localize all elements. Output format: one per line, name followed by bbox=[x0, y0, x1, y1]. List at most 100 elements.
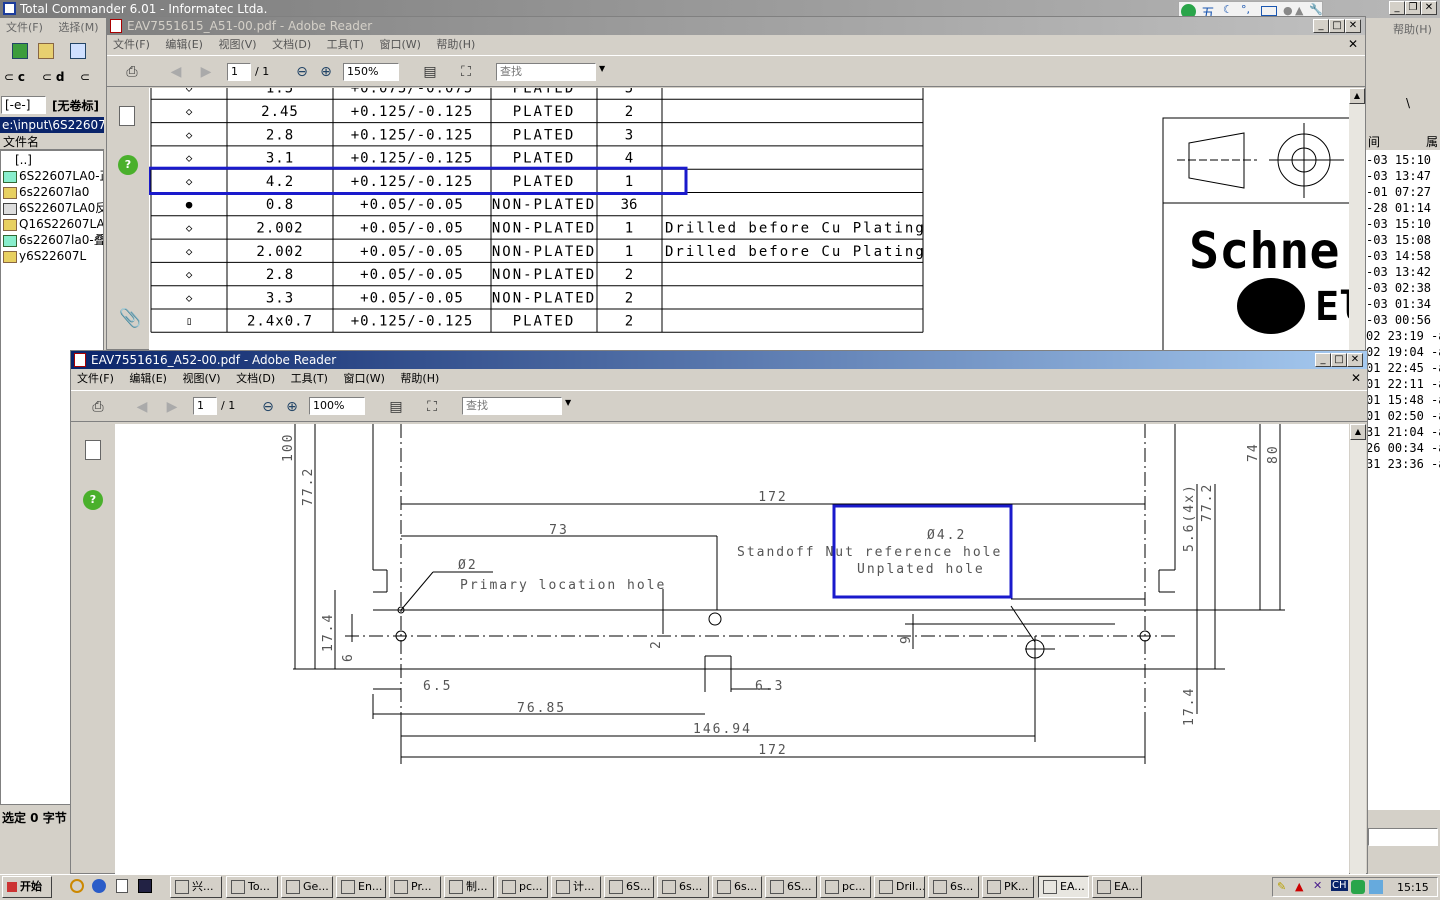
reader1-document-view[interactable]: ◇ 1.5 +0.075/-0.075 PLATED 5 ◇ 2.45 +0.125/-0.1… bbox=[149, 88, 1349, 350]
file-time-row[interactable]: -03 15:08 -a- bbox=[1366, 232, 1440, 248]
tc-close-button[interactable]: ✕ bbox=[1421, 1, 1437, 15]
tray-red-icon[interactable]: ▲ bbox=[1295, 880, 1303, 893]
pages-icon[interactable] bbox=[119, 106, 135, 126]
file-time-row[interactable]: -03 15:10 ---- bbox=[1366, 152, 1440, 168]
tc-drive-select[interactable]: [-e-] bbox=[1, 96, 46, 114]
tc-right-path[interactable]: \ bbox=[1406, 96, 1410, 110]
reader1-maximize-button[interactable]: □ bbox=[1329, 19, 1345, 33]
taskbar-item[interactable]: 制... bbox=[444, 876, 494, 898]
tc-menu-help[interactable]: 帮助(H) bbox=[1393, 21, 1432, 37]
taskbar-item[interactable]: 6S... bbox=[765, 876, 817, 898]
attachment-icon[interactable]: 📎 bbox=[119, 308, 141, 329]
keyboard-icon[interactable] bbox=[1261, 6, 1277, 16]
file-time-row[interactable]: 02 19:04 -a- bbox=[1366, 344, 1440, 360]
pack-icon[interactable] bbox=[38, 43, 54, 59]
reader1-titlebar[interactable]: EAV7551615_A51-00.pdf - Adobe Reader bbox=[107, 17, 1365, 35]
search-dropdown-icon[interactable]: ▼ bbox=[599, 64, 605, 73]
scroll-up-button[interactable]: ▲ bbox=[1349, 88, 1365, 104]
zoom-in-icon[interactable]: ⊕ bbox=[315, 61, 337, 83]
zoom-out-icon[interactable]: ⊖ bbox=[257, 396, 279, 418]
reader2-menu-tools[interactable]: 工具(T) bbox=[291, 370, 328, 388]
file-time-row[interactable]: 01 22:45 -a- bbox=[1366, 360, 1440, 376]
reader2-maximize-button[interactable]: □ bbox=[1331, 353, 1347, 367]
taskbar-item[interactable]: 6S... bbox=[604, 876, 654, 898]
file-item[interactable]: 6s22607la0 bbox=[3, 184, 103, 200]
search-dropdown-icon[interactable]: ▼ bbox=[565, 398, 571, 407]
file-time-row[interactable]: -03 15:10 -a- bbox=[1366, 216, 1440, 232]
file-time-row[interactable]: 26 00:34 -a- bbox=[1366, 440, 1440, 456]
taskbar-item[interactable]: Dril... bbox=[874, 876, 925, 898]
reader1-search-input[interactable]: 查找 bbox=[496, 63, 596, 81]
clock-app-icon[interactable] bbox=[70, 879, 84, 893]
drive-d-button[interactable]: ⊂ d bbox=[42, 70, 64, 84]
file-time-row[interactable]: 31 21:04 -a- bbox=[1366, 424, 1440, 440]
tc-menu-file[interactable]: 文件(F) bbox=[6, 19, 43, 37]
floppy-icon[interactable] bbox=[138, 879, 152, 893]
taskbar-item[interactable]: pc... bbox=[820, 876, 871, 898]
next-page-icon[interactable]: ▶ bbox=[161, 396, 183, 418]
file-item[interactable]: y6S22607L bbox=[3, 248, 103, 264]
tc-minimize-button[interactable]: _ bbox=[1389, 1, 1405, 15]
reader2-close-button[interactable]: ✕ bbox=[1347, 353, 1363, 367]
reader2-titlebar[interactable]: EAV7551616_A52-00.pdf - Adobe Reader bbox=[71, 351, 1367, 369]
reader2-menu-view[interactable]: 视图(V) bbox=[182, 370, 220, 388]
file-time-row[interactable]: 01 15:48 -a- bbox=[1366, 392, 1440, 408]
tc-col-header[interactable]: 文件名 bbox=[0, 134, 104, 150]
file-time-row[interactable]: -28 01:14 ---- bbox=[1366, 200, 1440, 216]
print-icon[interactable]: ⎙ bbox=[121, 61, 143, 83]
taskbar-item[interactable]: EA... bbox=[1092, 876, 1142, 898]
reader1-vscroll[interactable]: ▲ bbox=[1349, 88, 1365, 350]
help-icon[interactable]: ? bbox=[118, 155, 138, 175]
taskbar-item[interactable]: 兴... bbox=[170, 876, 222, 898]
reader1-menu-tools[interactable]: 工具(T) bbox=[327, 36, 364, 54]
tray-network-icon[interactable] bbox=[1369, 880, 1383, 894]
taskbar-item[interactable]: pc... bbox=[497, 876, 548, 898]
tray-pencil-icon[interactable]: ✎ bbox=[1277, 880, 1286, 893]
reader2-menu-edit[interactable]: 编辑(E) bbox=[129, 370, 167, 388]
print-icon[interactable]: ⎙ bbox=[87, 396, 109, 418]
drive-c-button[interactable]: ⊂ c bbox=[4, 70, 25, 84]
reader1-menu-file[interactable]: 文件(F) bbox=[113, 36, 150, 54]
reader2-menu-document[interactable]: 文档(D) bbox=[236, 370, 275, 388]
scroll-up-button[interactable]: ▲ bbox=[1350, 424, 1366, 440]
fit-page-icon[interactable]: ▤ bbox=[385, 396, 407, 418]
taskbar-item[interactable]: 6s... bbox=[657, 876, 709, 898]
file-time-row[interactable]: -03 14:58 -a- bbox=[1366, 248, 1440, 264]
zoom-in-icon[interactable]: ⊕ bbox=[281, 396, 303, 418]
refresh-icon[interactable] bbox=[12, 43, 28, 59]
tc-right-command[interactable] bbox=[1368, 828, 1438, 846]
taskbar-item[interactable]: Ge... bbox=[281, 876, 333, 898]
fit-width-icon[interactable]: ⛶ bbox=[421, 396, 443, 418]
help-icon[interactable]: ? bbox=[83, 490, 103, 510]
reader1-menu-help[interactable]: 帮助(H) bbox=[436, 36, 475, 54]
file-time-row[interactable]: 02 23:19 -a- bbox=[1366, 328, 1440, 344]
tc-restore-button[interactable]: ❐ bbox=[1405, 1, 1421, 15]
reader1-menu-window[interactable]: 窗口(W) bbox=[379, 36, 420, 54]
start-button[interactable]: 开始 bbox=[2, 876, 52, 898]
reader1-close-button[interactable]: ✕ bbox=[1345, 19, 1361, 33]
file-time-row[interactable]: -03 02:38 -a- bbox=[1366, 280, 1440, 296]
file-time-row[interactable]: 01 22:11 -a- bbox=[1366, 376, 1440, 392]
zoom-out-icon[interactable]: ⊖ bbox=[291, 61, 313, 83]
reader2-menu-help[interactable]: 帮助(H) bbox=[400, 370, 439, 388]
prev-page-icon[interactable]: ◀ bbox=[165, 61, 187, 83]
reader1-doc-close-icon[interactable]: ✕ bbox=[1348, 37, 1358, 51]
reader1-page-input[interactable]: 1 bbox=[227, 63, 251, 81]
file-time-row[interactable]: -01 07:27 ---- bbox=[1366, 184, 1440, 200]
reader2-search-input[interactable]: 查找 bbox=[462, 397, 562, 415]
tc-right-colheader[interactable]: 间 属 bbox=[1366, 134, 1440, 150]
reader2-minimize-button[interactable]: _ bbox=[1315, 353, 1331, 367]
file-time-row[interactable]: -03 13:42 -a- bbox=[1366, 264, 1440, 280]
file-time-row[interactable]: -03 01:34 -a- bbox=[1366, 296, 1440, 312]
reader2-menu-file[interactable]: 文件(F) bbox=[77, 370, 114, 388]
file-item[interactable]: [..] bbox=[3, 152, 103, 168]
file-time-row[interactable]: 31 23:36 -a- bbox=[1366, 456, 1440, 472]
reader2-vscroll[interactable]: ▲ bbox=[1350, 424, 1366, 874]
reader2-menu-window[interactable]: 窗口(W) bbox=[343, 370, 384, 388]
taskbar-item[interactable]: 6s... bbox=[928, 876, 979, 898]
reader1-menu-document[interactable]: 文档(D) bbox=[272, 36, 311, 54]
reader1-zoom-select[interactable]: 150% bbox=[343, 63, 399, 81]
reader2-zoom-select[interactable]: 100% bbox=[309, 397, 365, 415]
reader1-minimize-button[interactable]: _ bbox=[1313, 19, 1329, 33]
reader1-menu-view[interactable]: 视图(V) bbox=[218, 36, 256, 54]
